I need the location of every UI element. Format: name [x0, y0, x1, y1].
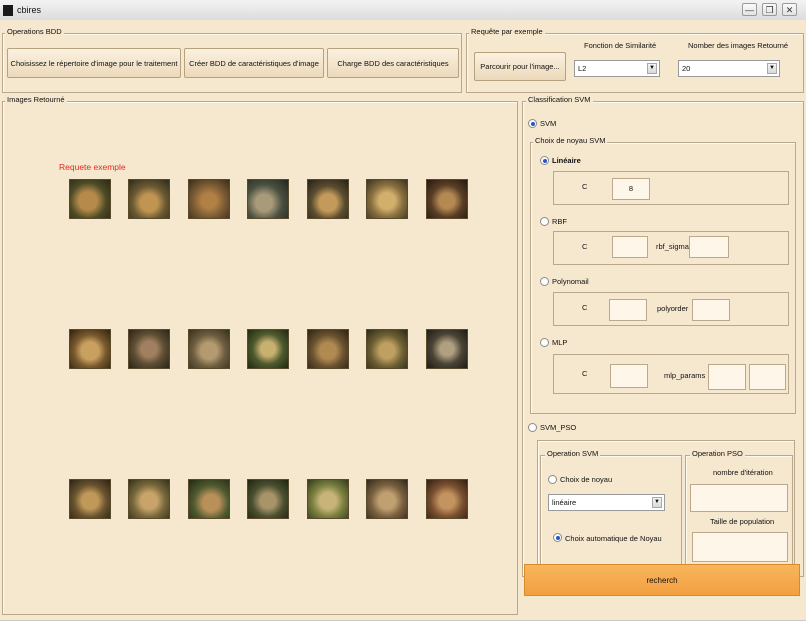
create-bdd-button[interactable]: Créer BDD de caractéristiques d'image: [184, 48, 324, 78]
svm-radio[interactable]: [528, 119, 537, 128]
minimize-icon[interactable]: —: [742, 3, 757, 16]
polyorder-input[interactable]: [692, 299, 730, 321]
chevron-down-icon[interactable]: ▼: [652, 497, 662, 508]
result-image-thumbnail[interactable]: [188, 329, 230, 369]
svm-pso-label: SVM_PSO: [540, 423, 577, 432]
svm-label: SVM: [540, 119, 557, 128]
polynomial-label: Polynomail: [552, 277, 589, 286]
result-image-thumbnail[interactable]: [426, 329, 468, 369]
classification-caption: Classification SVM: [526, 95, 593, 105]
rbf-radio[interactable]: [540, 217, 549, 226]
mlp-params-input-2[interactable]: [749, 364, 786, 390]
result-image-thumbnail[interactable]: [307, 179, 349, 219]
mlp-params-input-1[interactable]: [708, 364, 746, 390]
result-image-thumbnail[interactable]: [426, 179, 468, 219]
iteration-input[interactable]: [690, 484, 788, 512]
close-icon[interactable]: ✕: [782, 3, 797, 16]
rbf-c-input[interactable]: [612, 236, 648, 258]
chevron-down-icon[interactable]: ▼: [767, 63, 777, 74]
operation-pso-caption: Operation PSO: [690, 449, 745, 459]
svm-pso-radio[interactable]: [528, 423, 537, 432]
window-title: cbires: [17, 5, 42, 15]
result-count-select[interactable]: 20 ▼: [678, 60, 780, 77]
similarity-label: Fonction de Similarité: [584, 41, 657, 50]
chevron-down-icon[interactable]: ▼: [647, 63, 657, 74]
mlp-params-label: mlp_params: [664, 371, 706, 380]
main-window: Operations BDD Choisissez le répertoire …: [0, 20, 806, 620]
auto-kernel-radio[interactable]: [553, 533, 562, 542]
title-bar: cbires — ❐ ✕: [0, 0, 806, 21]
result-image-thumbnail[interactable]: [128, 179, 170, 219]
kernel-select-value: linéaire: [552, 498, 577, 507]
maximize-icon[interactable]: ❐: [762, 3, 777, 16]
count-label: Nomber des images Retourné: [688, 41, 789, 50]
result-image-thumbnail[interactable]: [188, 479, 230, 519]
polynomial-c-input[interactable]: [609, 299, 647, 321]
rbf-sigma-label: rbf_sigma: [656, 242, 689, 251]
operation-svm-caption: Operation SVM: [545, 449, 601, 459]
polynomial-c-label: C: [582, 303, 588, 312]
rbf-sigma-input[interactable]: [689, 236, 729, 258]
result-image-thumbnail[interactable]: [307, 329, 349, 369]
lineaire-c-input[interactable]: 8: [612, 178, 650, 200]
iteration-label: nombre d'itération: [713, 468, 773, 477]
kernel-select[interactable]: linéaire ▼: [548, 494, 665, 511]
result-image-thumbnail[interactable]: [69, 329, 111, 369]
lineaire-params-box: [553, 171, 789, 205]
result-image-thumbnail[interactable]: [247, 329, 289, 369]
lineaire-radio[interactable]: [540, 156, 549, 165]
polynomial-radio[interactable]: [540, 277, 549, 286]
result-image-thumbnail[interactable]: [426, 479, 468, 519]
result-image-thumbnail[interactable]: [128, 329, 170, 369]
result-image-thumbnail[interactable]: [247, 179, 289, 219]
app-icon: [3, 5, 13, 16]
auto-kernel-label: Choix automatique de Noyau: [565, 534, 662, 543]
choose-directory-button[interactable]: Choisissez le répertoire d'image pour le…: [7, 48, 181, 78]
result-image-thumbnail[interactable]: [69, 479, 111, 519]
images-caption: Images Retourné: [5, 95, 67, 105]
rbf-c-label: C: [582, 242, 588, 251]
search-button[interactable]: recherch: [524, 564, 800, 596]
result-image-thumbnail[interactable]: [69, 179, 111, 219]
polyorder-label: polyorder: [657, 304, 689, 313]
result-image-thumbnail[interactable]: [247, 479, 289, 519]
query-example-label: Requete exemple: [59, 162, 126, 172]
result-image-thumbnail[interactable]: [366, 329, 408, 369]
mlp-label: MLP: [552, 338, 568, 347]
result-image-thumbnail[interactable]: [307, 479, 349, 519]
population-label: Taille de population: [710, 517, 775, 526]
lineaire-c-label: C: [582, 182, 588, 191]
result-image-thumbnail[interactable]: [188, 179, 230, 219]
kernel-choice-caption: Choix de noyau SVM: [533, 136, 608, 146]
lineaire-label: Linéaire: [552, 156, 581, 165]
mlp-c-input[interactable]: [610, 364, 648, 388]
browse-image-button[interactable]: Parcourir pour l'image...: [474, 52, 566, 81]
rbf-label: RBF: [552, 217, 567, 226]
load-bdd-button[interactable]: Charge BDD des caractéristiques: [327, 48, 459, 78]
result-image-thumbnail[interactable]: [128, 479, 170, 519]
query-caption: Requête par exemple: [469, 27, 545, 37]
result-count-value: 20: [682, 64, 691, 73]
population-input[interactable]: [692, 532, 788, 562]
result-image-thumbnail[interactable]: [366, 179, 408, 219]
similarity-select[interactable]: L2 ▼: [574, 60, 660, 77]
similarity-value: L2: [578, 64, 587, 73]
mlp-c-label: C: [582, 369, 588, 378]
mlp-radio[interactable]: [540, 338, 549, 347]
choix-noyau-radio[interactable]: [548, 475, 557, 484]
choix-noyau-label: Choix de noyau: [560, 475, 613, 484]
operations-bdd-caption: Operations BDD: [5, 27, 64, 37]
result-image-thumbnail[interactable]: [366, 479, 408, 519]
